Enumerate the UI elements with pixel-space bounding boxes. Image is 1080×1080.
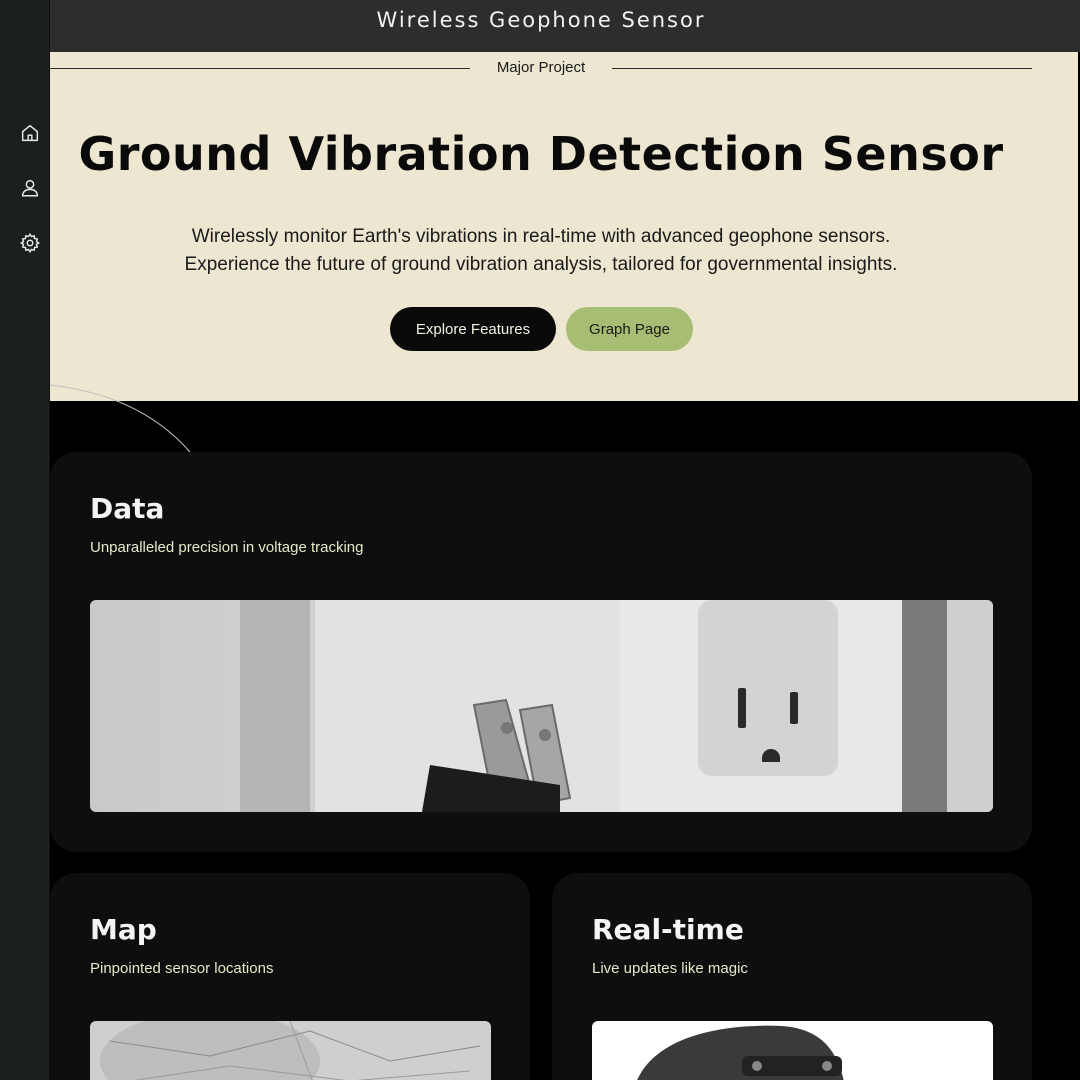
home-icon[interactable]: [18, 121, 42, 145]
map-card[interactable]: Map Pinpointed sensor locations: [50, 873, 530, 1080]
graph-page-button[interactable]: Graph Page: [566, 307, 693, 351]
card-subtitle: Unparalleled precision in voltage tracki…: [90, 539, 364, 556]
explore-features-button[interactable]: Explore Features: [390, 307, 556, 351]
app-title: Wireless Geophone Sensor: [376, 8, 706, 32]
hero-subtitle-line-2: Experience the future of ground vibratio…: [184, 254, 898, 275]
realtime-card[interactable]: Real-time Live updates like magic: [552, 873, 1032, 1080]
card-subtitle: Live updates like magic: [592, 960, 748, 977]
sidebar: [0, 0, 50, 1080]
divider-right: [612, 68, 1032, 69]
card-title: Real-time: [592, 913, 744, 946]
decorative-arc: [50, 384, 191, 453]
hero-section: Major Project Ground Vibration Detection…: [50, 52, 1078, 401]
headset-image: [592, 1021, 993, 1080]
user-icon[interactable]: [18, 176, 42, 200]
hero-subtitle: Wirelessly monitor Earth's vibrations in…: [50, 223, 1032, 279]
map-image: [90, 1021, 491, 1080]
gear-icon[interactable]: [18, 231, 42, 255]
power-plug-image: [90, 600, 993, 812]
hero-title: Ground Vibration Detection Sensor: [78, 127, 1004, 181]
card-title: Map: [90, 913, 157, 946]
hero-subtitle-line-1: Wirelessly monitor Earth's vibrations in…: [191, 226, 891, 247]
data-card[interactable]: Data Unparalleled precision in voltage t…: [50, 452, 1032, 852]
card-subtitle: Pinpointed sensor locations: [90, 960, 274, 977]
top-bar: Wireless Geophone Sensor: [50, 0, 1080, 52]
card-title: Data: [90, 492, 165, 525]
